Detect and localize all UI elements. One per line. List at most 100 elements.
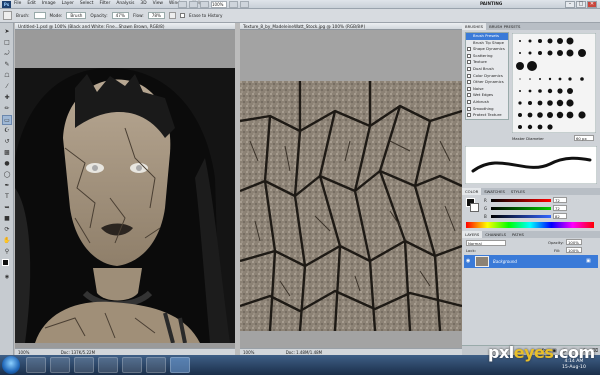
- tab-brushes[interactable]: BRUSHES: [462, 23, 487, 30]
- brush-option-color-dynamics[interactable]: Color Dynamics: [466, 73, 508, 80]
- blue-value-field[interactable]: 82: [553, 213, 567, 219]
- crop-tool-icon[interactable]: ☖: [2, 71, 12, 81]
- menu-analysis[interactable]: Analysis: [116, 1, 134, 6]
- red-value-field[interactable]: 72: [553, 197, 567, 203]
- brush-option-shape-dynamics[interactable]: Shape Dynamics: [466, 46, 508, 53]
- pen-tool-icon[interactable]: ✒: [2, 181, 12, 191]
- tab-paths[interactable]: PATHS: [509, 231, 527, 238]
- brush-option-scattering[interactable]: Scattering: [466, 53, 508, 60]
- path-selection-tool-icon[interactable]: ➥: [2, 203, 12, 213]
- erase-to-history-checkbox[interactable]: [180, 13, 186, 18]
- menu-view[interactable]: View: [153, 1, 163, 6]
- color-spectrum-bar[interactable]: [466, 222, 594, 228]
- marquee-tool-icon[interactable]: □: [2, 38, 12, 48]
- hand-tool-button[interactable]: [229, 1, 238, 8]
- airbrush-toggle-icon[interactable]: [169, 12, 177, 19]
- brush-option-airbrush[interactable]: Airbrush: [466, 99, 508, 106]
- zoom-level-select[interactable]: 100%: [211, 1, 227, 8]
- menu-file[interactable]: File: [14, 1, 21, 6]
- move-tool-icon[interactable]: ➤: [2, 27, 12, 37]
- taskbar-media-icon[interactable]: [50, 357, 70, 373]
- history-brush-tool-icon[interactable]: ↺: [2, 137, 12, 147]
- taskbar-app-icon[interactable]: [146, 357, 166, 373]
- tab-color[interactable]: COLOR: [462, 188, 482, 195]
- green-value-field[interactable]: 72: [553, 205, 567, 211]
- tab-styles[interactable]: STYLES: [508, 188, 528, 195]
- quick-mask-icon[interactable]: ◉: [2, 272, 12, 282]
- quick-selection-tool-icon[interactable]: ✎: [2, 60, 12, 70]
- type-tool-icon[interactable]: T: [2, 192, 12, 202]
- tab-brush-presets[interactable]: BRUSH PRESETS: [486, 23, 523, 30]
- brush-option-other-dynamics[interactable]: Other Dynamics: [466, 79, 508, 86]
- brush-tip-shape-item[interactable]: Brush Tip Shape: [466, 40, 508, 47]
- document-tab-portrait[interactable]: Untitled-1.psd @ 100% (Black and White: …: [15, 23, 235, 30]
- zoom-tool-icon[interactable]: ⚲: [2, 247, 12, 257]
- launch-minibridge-button[interactable]: [189, 1, 198, 8]
- visibility-eye-icon[interactable]: ◉: [466, 258, 472, 264]
- foreground-color-swatch[interactable]: [2, 259, 9, 266]
- master-diameter-field[interactable]: 60 px: [574, 135, 594, 141]
- brush-option-smoothing[interactable]: Smoothing: [466, 106, 508, 113]
- taskbar-ie-icon[interactable]: [26, 357, 46, 373]
- start-button[interactable]: [2, 356, 20, 374]
- tab-channels[interactable]: CHANNELS: [482, 231, 509, 238]
- tab-layers[interactable]: LAYERS: [462, 231, 483, 238]
- taskbar-photoshop-icon[interactable]: [170, 357, 190, 373]
- menu-filter[interactable]: Filter: [99, 1, 110, 6]
- brush-option-dual-brush[interactable]: Dual Brush: [466, 66, 508, 73]
- brush-tool-icon[interactable]: ✏: [2, 104, 12, 114]
- eraser-tool-icon[interactable]: [3, 11, 12, 20]
- 3d-rotate-tool-icon[interactable]: ⟳: [2, 225, 12, 235]
- brush-option-protect-texture[interactable]: Protect Texture: [466, 112, 508, 119]
- healing-brush-tool-icon[interactable]: ✚: [2, 93, 12, 103]
- fill-field[interactable]: 100%: [566, 247, 582, 253]
- opacity-field[interactable]: 47%: [111, 12, 129, 19]
- brush-option-noise[interactable]: Noise: [466, 86, 508, 93]
- brush-presets-button[interactable]: Brush Presets: [466, 33, 508, 40]
- lasso-tool-icon[interactable]: ⤾: [2, 49, 12, 59]
- workspace-switcher[interactable]: PAINTING: [480, 1, 502, 6]
- portrait-canvas[interactable]: [15, 68, 235, 343]
- menu-select[interactable]: Select: [80, 1, 94, 6]
- hand-tool-icon[interactable]: ✋: [2, 236, 12, 246]
- mode-select[interactable]: Brush: [66, 12, 87, 19]
- tab-swatches[interactable]: SWATCHES: [481, 188, 508, 195]
- close-button[interactable]: ✕: [587, 1, 597, 8]
- brush-option-texture[interactable]: Texture: [466, 59, 508, 66]
- layer-opacity-label: Opacity:: [548, 240, 564, 245]
- texture-canvas[interactable]: [240, 81, 462, 331]
- eyedropper-tool-icon[interactable]: ⁄: [2, 82, 12, 92]
- eraser-tool-icon[interactable]: ▭: [2, 115, 12, 125]
- brush-preset-grid[interactable]: [512, 33, 596, 133]
- color-background-swatch[interactable]: [470, 203, 479, 212]
- taskbar-explorer-icon[interactable]: [74, 357, 94, 373]
- menu-edit[interactable]: Edit: [27, 1, 36, 6]
- master-diameter-label: Master Diameter: [512, 136, 544, 141]
- channel-r-label: R: [484, 197, 487, 203]
- taskbar-folder-icon[interactable]: [98, 357, 118, 373]
- taskbar-firefox-icon[interactable]: [122, 357, 142, 373]
- green-slider[interactable]: [491, 206, 551, 210]
- arrange-documents-button[interactable]: [240, 1, 249, 8]
- red-slider[interactable]: [491, 198, 551, 202]
- brush-option-wet-edges[interactable]: Wet Edges: [466, 92, 508, 99]
- brush-picker[interactable]: [33, 12, 46, 19]
- blue-slider[interactable]: [491, 214, 551, 218]
- clone-stamp-tool-icon[interactable]: ☪: [2, 126, 12, 136]
- maximize-button[interactable]: □: [576, 1, 586, 8]
- shape-tool-icon[interactable]: ■: [2, 214, 12, 224]
- view-extras-button[interactable]: [200, 1, 209, 8]
- gradient-tool-icon[interactable]: ▩: [2, 148, 12, 158]
- blend-mode-select[interactable]: Normal: [466, 240, 506, 246]
- menu-image[interactable]: Image: [42, 1, 56, 6]
- menu-layer[interactable]: Layer: [62, 1, 74, 6]
- blur-tool-icon[interactable]: ●: [2, 159, 12, 169]
- minimize-button[interactable]: –: [565, 1, 575, 8]
- layer-row-background[interactable]: ◉ Background ▣: [464, 255, 598, 268]
- menu-3d[interactable]: 3D: [140, 1, 146, 6]
- layer-opacity-field[interactable]: 100%: [566, 239, 582, 245]
- launch-bridge-button[interactable]: [178, 1, 187, 8]
- dodge-tool-icon[interactable]: ◯: [2, 170, 12, 180]
- document-tab-texture[interactable]: Texture_8_by_MadeleineWatt_Stock.jpg @ 1…: [240, 23, 462, 30]
- flow-field[interactable]: 78%: [147, 12, 166, 19]
